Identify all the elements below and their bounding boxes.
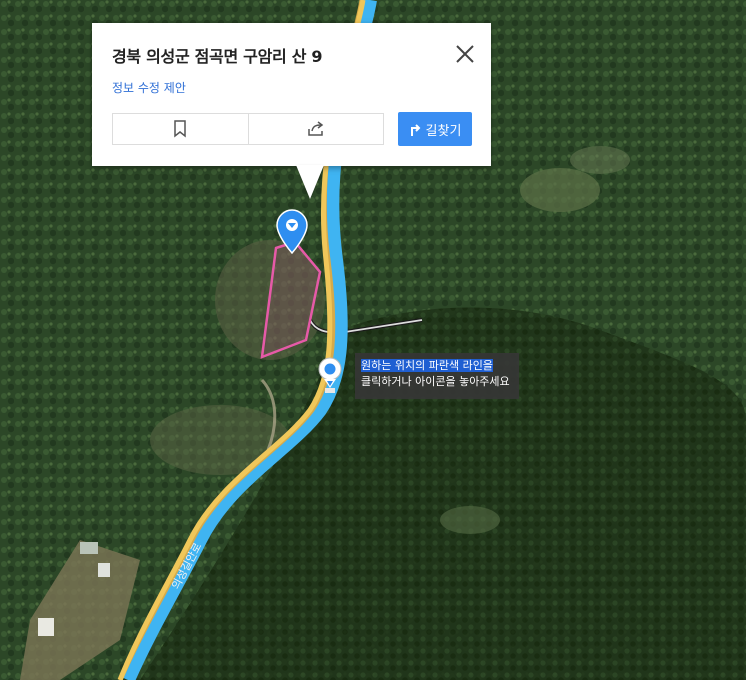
place-address-title: 경북 의성군 점곡면 구암리 산 9 bbox=[112, 47, 323, 66]
route-icon bbox=[410, 124, 420, 136]
suggest-edit-link[interactable]: 정보 수정 제안 bbox=[112, 79, 186, 96]
bookmark-icon bbox=[174, 120, 186, 138]
close-icon[interactable] bbox=[454, 43, 476, 65]
roadview-hint-tooltip: 원하는 위치의 파란색 라인을 클릭하거나 아이콘을 놓아주세요 bbox=[355, 353, 519, 399]
hint-line-2: 클릭하거나 아이콘을 놓아주세요 bbox=[361, 375, 510, 388]
bookmark-button[interactable] bbox=[113, 114, 248, 144]
share-icon bbox=[308, 121, 323, 136]
place-info-popup: 경북 의성군 점곡면 구암리 산 9 정보 수정 제안 길찾기 bbox=[92, 23, 491, 199]
popup-action-group bbox=[112, 113, 384, 145]
share-button[interactable] bbox=[247, 114, 384, 144]
popup-pointer bbox=[296, 165, 324, 199]
route-label: 길찾기 bbox=[425, 123, 462, 139]
hint-line-1: 원하는 위치의 파란색 라인을 bbox=[361, 359, 493, 372]
route-button[interactable]: 길찾기 bbox=[398, 112, 472, 146]
